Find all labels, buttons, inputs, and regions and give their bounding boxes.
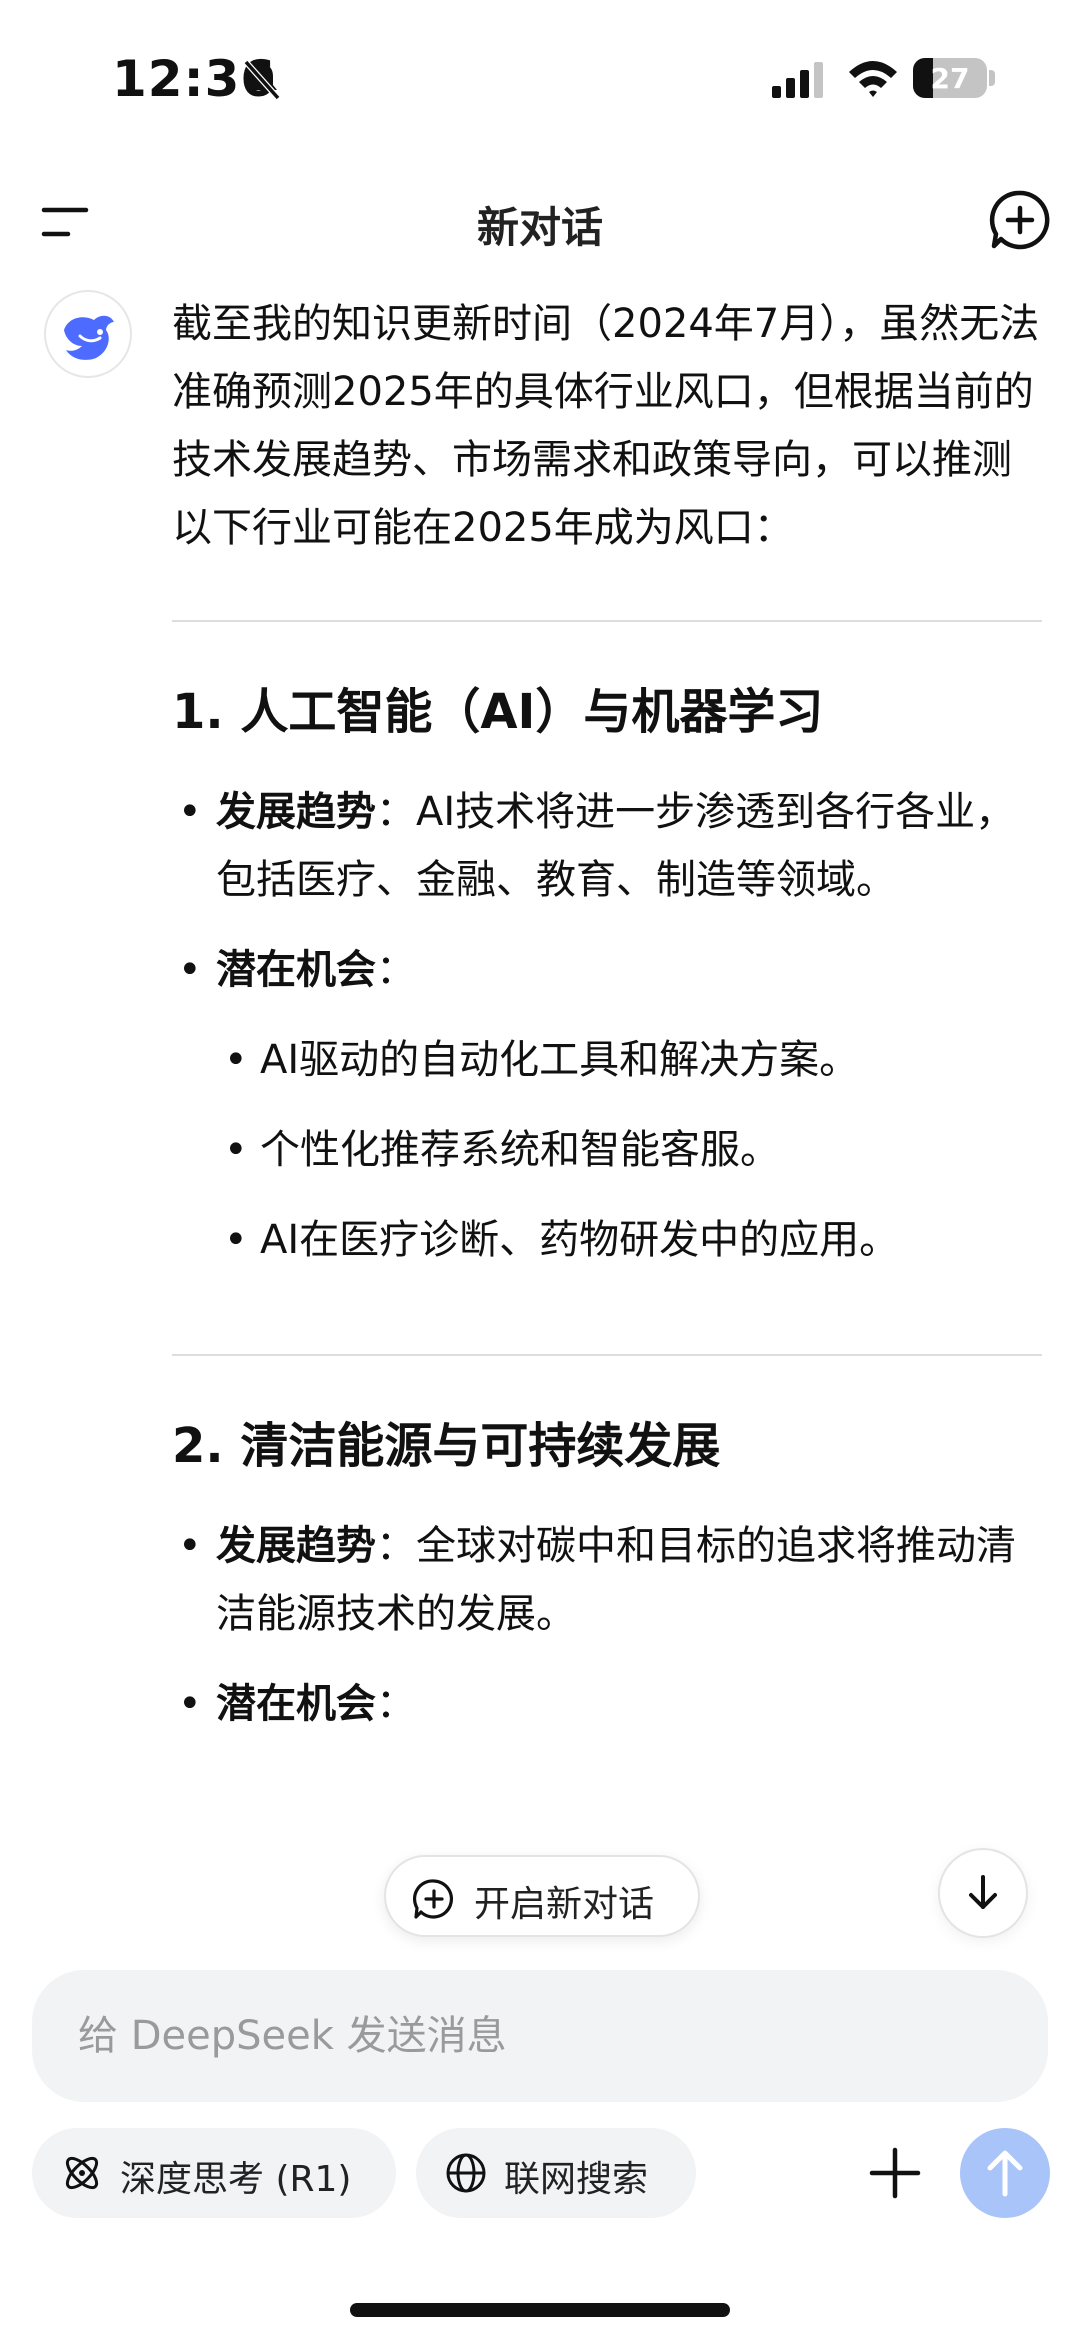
- send-button[interactable]: [960, 2128, 1050, 2218]
- bullet-text: ：: [376, 947, 416, 993]
- signal-icon: [772, 62, 823, 98]
- section-title: 2. 清洁能源与可持续发展: [172, 1418, 721, 1474]
- bullet-label: 发展趋势: [216, 1523, 376, 1569]
- message-composer: [32, 1970, 1048, 2102]
- web-search-button[interactable]: 联网搜索: [416, 2128, 696, 2218]
- divider: [172, 620, 1042, 622]
- arrow-down-icon: [969, 1875, 997, 1909]
- section-title: 1. 人工智能（AI）与机器学习: [172, 684, 824, 740]
- list-item: 发展趋势：AI技术将进一步渗透到各行各业，包括医疗、金融、教育、制造等领域。: [172, 778, 1042, 914]
- deep-think-label: 深度思考 (R1): [120, 2159, 352, 2200]
- message-input[interactable]: [78, 2000, 998, 2072]
- chat-content[interactable]: 截至我的知识更新时间（2024年7月），虽然无法准确预测2025年的具体行业风口…: [0, 280, 1080, 1935]
- web-search-label: 联网搜索: [504, 2159, 649, 2200]
- battery-indicator: 27: [913, 58, 987, 98]
- new-chat-label: 开启新对话: [474, 1884, 655, 1925]
- plus-icon[interactable]: [860, 2138, 930, 2208]
- assistant-avatar: [44, 290, 132, 378]
- page-title: 新对话: [476, 203, 603, 252]
- new-chat-icon[interactable]: [988, 188, 1052, 252]
- list-item: 潜在机会：: [172, 1670, 1042, 1738]
- list-item: 发展趋势：全球对碳中和目标的追求将推动清洁能源技术的发展。: [172, 1512, 1042, 1648]
- deepseek-logo-icon: [64, 315, 114, 360]
- section-clean-energy: 2. 清洁能源与可持续发展 发展趋势：全球对碳中和目标的追求将推动清洁能源技术的…: [172, 1408, 1042, 1738]
- bullet-label: 潜在机会: [216, 947, 376, 993]
- home-indicator[interactable]: [350, 2303, 730, 2317]
- divider: [172, 1354, 1042, 1356]
- message-intro: 截至我的知识更新时间（2024年7月），虽然无法准确预测2025年的具体行业风口…: [172, 301, 1040, 551]
- atom-icon: [65, 2156, 99, 2190]
- globe-icon: [446, 2153, 486, 2193]
- chat-screen: 12:36 27 新对话 截至我的知识更新时间（2024年7月），虽然无法准确预…: [0, 0, 1080, 2341]
- arrow-up-icon: [987, 2150, 1023, 2197]
- sub-list-item: 个性化推荐系统和智能客服。: [172, 1116, 1042, 1184]
- status-bar: 12:36 27: [0, 0, 1080, 150]
- mute-icon: [243, 60, 281, 100]
- sub-list-item: AI驱动的自动化工具和解决方案。: [172, 1026, 1042, 1094]
- top-nav: 新对话: [0, 180, 1080, 260]
- add-chat-icon: [412, 1879, 454, 1919]
- bullet-text: ：: [376, 1681, 416, 1727]
- wifi-icon: [849, 61, 897, 97]
- deep-think-button[interactable]: 深度思考 (R1): [32, 2128, 396, 2218]
- section-ai: 1. 人工智能（AI）与机器学习 发展趋势：AI技术将进一步渗透到各行各业，包括…: [172, 674, 1042, 1274]
- scroll-to-bottom-button[interactable]: [938, 1848, 1028, 1938]
- bullet-label: 发展趋势: [216, 789, 376, 835]
- assistant-message: 截至我的知识更新时间（2024年7月），虽然无法准确预测2025年的具体行业风口…: [172, 290, 1042, 1760]
- list-item: 潜在机会：: [172, 936, 1042, 1004]
- battery-percent: 27: [930, 62, 970, 95]
- sub-list-item: AI在医疗诊断、药物研发中的应用。: [172, 1206, 1042, 1274]
- bullet-label: 潜在机会: [216, 1681, 376, 1727]
- battery-tip: [989, 70, 995, 86]
- new-chat-button[interactable]: 开启新对话: [384, 1855, 700, 1937]
